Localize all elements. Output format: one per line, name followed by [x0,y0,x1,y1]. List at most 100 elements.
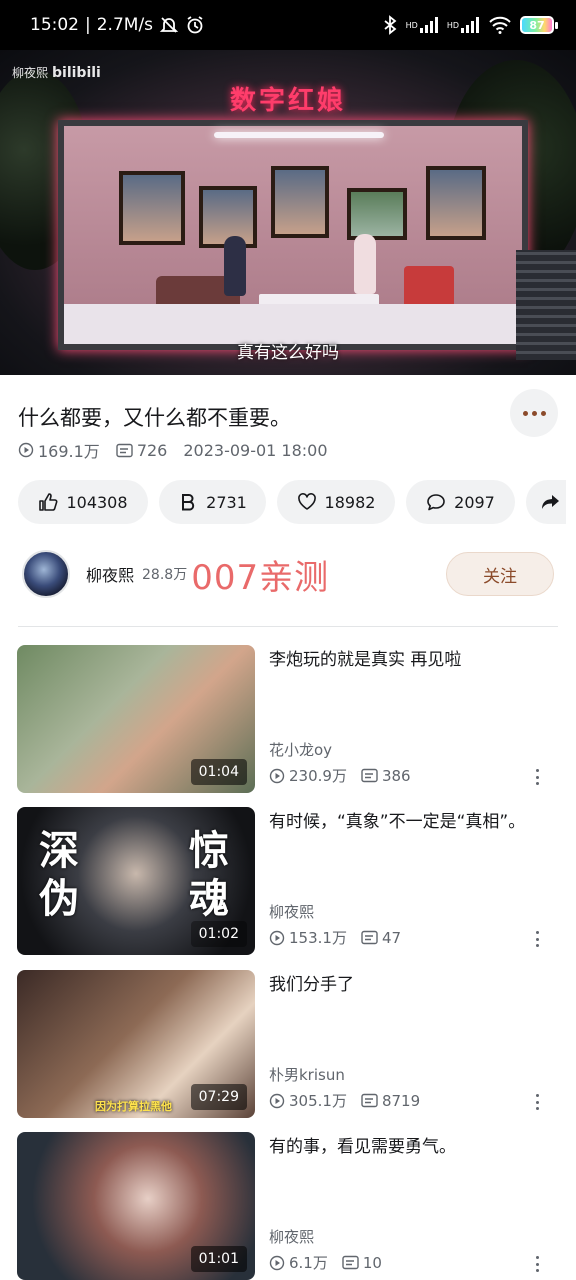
video-scene-person [354,234,376,294]
more-options-icon[interactable] [534,1256,540,1272]
video-thumbnail[interactable]: 01:01 [17,1132,255,1280]
play-count-icon [269,1255,285,1270]
related-video-title[interactable]: 有时候，“真象”不一定是“真相”。 [269,809,529,835]
video-watermark: 柳夜熙 bilibili [12,64,101,81]
like-count: 104308 [66,492,128,512]
related-video-item[interactable]: 深伪 惊魂 01:02 有时候，“真象”不一定是“真相”。 柳夜熙 153.1万… [17,807,562,955]
danmaku-count: 386 [361,767,411,785]
danmaku-count: 10 [342,1254,382,1272]
coin-count: 2731 [206,492,247,512]
more-button[interactable] [510,389,558,437]
related-video-stats: 305.1万 8719 [269,1090,434,1111]
video-meta: 169.1万 726 2023-09-01 18:00 [18,439,344,461]
video-scene-person [224,236,246,296]
signal-icon-2: HD [447,17,480,33]
related-video-stats: 153.1万 47 [269,927,415,948]
danmaku-count-value: 8719 [381,1091,421,1110]
favorite-button[interactable]: 18982 [277,480,395,524]
related-video-item[interactable]: 因为打算拉黑他 07:29 我们分手了 朴男krisun 305.1万 8719 [17,970,562,1118]
watermark-user: 柳夜熙 [12,66,49,80]
related-video-title[interactable]: 我们分手了 [269,972,529,998]
avatar[interactable] [22,550,70,598]
thumbnail-caption-bottom: 因为打算拉黑他 [95,1100,172,1113]
uploader-name[interactable]: 柳夜熙 [86,562,134,586]
signal-label-1: HD [405,20,418,30]
comment-icon [427,494,445,511]
danmaku-count: 47 [361,929,401,947]
video-player[interactable]: 数字红娘 柳夜熙 bilibili 真有这么好吗 [0,50,576,375]
danmaku-icon [361,930,378,945]
follow-button[interactable]: 关注 [446,552,554,596]
video-title-row: 什么都要，又什么都不重要。 [18,389,558,437]
play-count-icon [269,930,285,945]
coin-icon [182,494,195,511]
view-count: 305.1万 [269,1090,347,1111]
watermark-brand: bilibili [52,65,101,81]
overlay-text: 007亲测 [191,557,330,598]
video-thumbnail[interactable]: 01:04 [17,645,255,793]
status-separator: | [85,15,91,35]
danmaku-count-value: 726 [136,440,168,460]
video-scene-frame [271,166,329,238]
video-scene-room [58,120,528,350]
signal-icon: HD [406,17,439,33]
comment-button[interactable]: 2097 [406,480,515,524]
play-count-icon [269,768,285,783]
video-scene-frame [347,188,407,240]
favorite-count: 18982 [324,492,376,512]
share-button[interactable] [526,480,566,524]
danmaku-icon [361,1093,378,1108]
danmaku-count-value: 10 [362,1253,382,1272]
bluetooth-icon [382,15,398,35]
related-video-author: 柳夜熙 [269,903,315,921]
danmaku-icon [342,1255,359,1270]
more-icon-dot [531,410,537,416]
view-count: 169.1万 [18,438,100,462]
divider [18,626,558,627]
danmaku-count: 726 [116,440,168,460]
thumbnail-caption-right: 惊魂 [189,828,229,922]
more-options-icon[interactable] [534,769,540,785]
more-options-icon[interactable] [534,931,540,947]
uploader-fans: 28.8万 [142,567,188,583]
video-scene-frame [119,171,185,245]
video-duration: 07:29 [190,1084,247,1110]
play-count-icon [18,442,34,458]
more-options-icon[interactable] [534,1094,540,1110]
publish-date: 2023-09-01 18:00 [183,440,328,460]
danmaku-count: 8719 [361,1092,420,1110]
related-video-author: 朴男krisun [269,1066,345,1084]
related-video-item[interactable]: 01:01 有的事，看见需要勇气。 柳夜熙 6.1万 10 [17,1132,562,1280]
like-button[interactable]: 104308 [18,480,148,524]
wifi-icon [488,16,512,34]
view-count: 153.1万 [269,927,347,948]
status-bar: 15:02 | 2.7M/s HD HD 87 [0,0,576,50]
video-thumbnail[interactable]: 深伪 惊魂 01:02 [17,807,255,955]
uploader-row: 柳夜熙 28.8万 007亲测 关注 [22,548,554,600]
danmaku-icon [361,768,378,783]
battery-icon: 87 [520,16,558,34]
video-scene-lamp [214,132,384,138]
status-time: 15:02 [30,15,79,35]
comment-count: 2097 [454,492,495,512]
danmaku-icon [116,443,133,457]
related-video-item[interactable]: 01:04 李炮玩的就是真实 再见啦 花小龙oy 230.9万 386 [17,645,562,793]
related-video-stats: 230.9万 386 [269,765,425,786]
video-duration: 01:01 [190,1246,247,1272]
view-count: 6.1万 [269,1252,328,1273]
video-sign-text: 数字红娘 [229,86,346,116]
video-title: 什么都要，又什么都不重要。 [18,406,291,430]
coin-button[interactable]: 2731 [159,480,266,524]
video-scene-frame [426,166,486,240]
view-count-value: 169.1万 [38,442,100,461]
related-video-title[interactable]: 有的事，看见需要勇气。 [269,1134,529,1160]
related-video-author: 花小龙oy [269,741,333,759]
play-count-icon [269,1093,285,1108]
view-count-value: 6.1万 [289,1254,328,1272]
video-thumbnail[interactable]: 因为打算拉黑他 07:29 [17,970,255,1118]
view-count-value: 230.9万 [289,767,347,785]
mute-bell-icon [159,15,179,35]
related-video-title[interactable]: 李炮玩的就是真实 再见啦 [269,647,529,673]
view-count: 230.9万 [269,765,347,786]
view-count-value: 153.1万 [289,929,347,947]
